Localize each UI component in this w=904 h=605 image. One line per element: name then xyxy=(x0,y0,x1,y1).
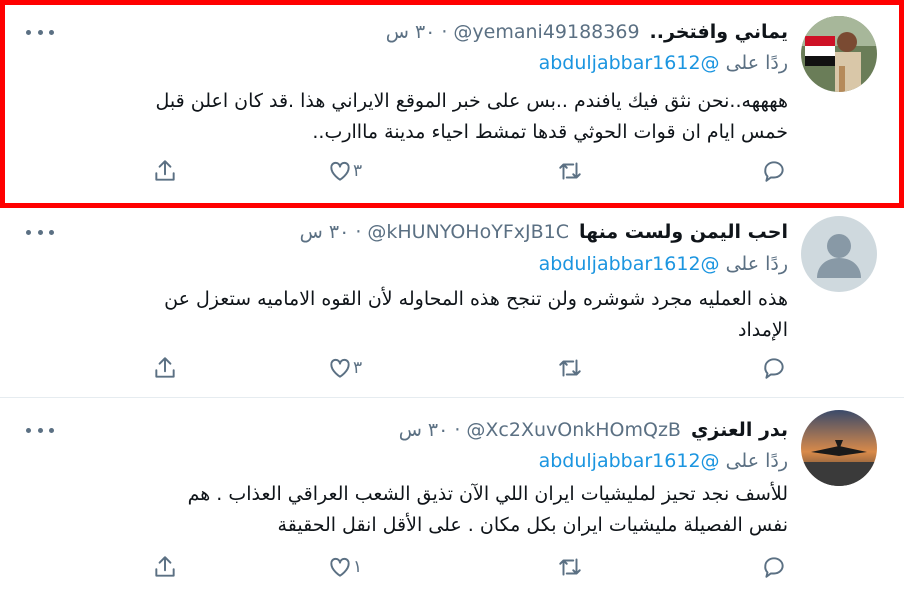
more-icon[interactable] xyxy=(26,22,54,42)
like-button[interactable]: ١ xyxy=(327,550,372,584)
like-button[interactable]: ٣ xyxy=(327,351,372,385)
replying-prefix: ردًا على xyxy=(725,52,788,74)
reply-icon xyxy=(764,557,784,578)
share-button[interactable] xyxy=(152,154,178,188)
tweet-text-line: هذه العمليه مجرد شوشره ولن تنجح هذه المح… xyxy=(164,288,788,310)
user-handle[interactable]: @kHUNYOHoYFxJB1C xyxy=(367,221,569,243)
share-button[interactable] xyxy=(152,550,178,584)
tweet-1[interactable]: يماني وافتخر.. @yemani49188369 · ٣٠ س رد… xyxy=(0,0,904,208)
replying-to: ردًا على abduljabbar1612@ xyxy=(539,450,788,476)
replying-mention-link[interactable]: abduljabbar1612@ xyxy=(539,450,720,472)
retweet-icon xyxy=(559,558,581,576)
like-icon xyxy=(330,161,350,181)
separator-dot: · xyxy=(441,21,448,43)
like-count: ٣ xyxy=(353,161,363,181)
reply-button[interactable] xyxy=(761,154,787,188)
share-button[interactable] xyxy=(152,351,178,385)
tweet-text-line: خمس ايام ان قوات الحوثي قدها تمشط احياء … xyxy=(312,121,788,143)
replying-prefix: ردًا على xyxy=(725,253,788,275)
like-button[interactable]: ٣ xyxy=(327,154,372,188)
tweet-header: احب اليمن ولست منها @kHUNYOHoYFxJB1C · ٣… xyxy=(60,218,788,246)
retweet-button[interactable] xyxy=(557,351,583,385)
separator-dot: · xyxy=(454,419,461,441)
share-icon xyxy=(155,160,175,181)
like-icon xyxy=(330,557,350,577)
like-count: ٣ xyxy=(353,358,363,378)
user-handle[interactable]: @Xc2XuvOnkHOmQzB xyxy=(466,419,681,441)
avatar-photo xyxy=(801,410,877,486)
avatar-photo xyxy=(801,16,877,92)
like-icon xyxy=(330,358,350,378)
like-count: ١ xyxy=(353,557,363,577)
more-icon[interactable] xyxy=(26,420,54,440)
avatar[interactable] xyxy=(801,16,877,92)
reply-icon xyxy=(764,161,784,182)
retweet-icon xyxy=(559,359,581,377)
more-icon[interactable] xyxy=(26,222,54,242)
reply-button[interactable] xyxy=(761,550,787,584)
replying-to: ردًا على abduljabbar1612@ xyxy=(539,52,788,78)
avatar[interactable] xyxy=(801,216,877,292)
replying-mention-link[interactable]: abduljabbar1612@ xyxy=(539,253,720,275)
timestamp[interactable]: ٣٠ س xyxy=(300,221,350,243)
tweet-3[interactable]: بدر العنزي @Xc2XuvOnkHOmQzB · ٣٠ س ردًا … xyxy=(0,398,904,605)
display-name[interactable]: احب اليمن ولست منها xyxy=(579,221,788,243)
tweet-actions: ٣ xyxy=(0,351,904,385)
display-name[interactable]: يماني وافتخر.. xyxy=(650,21,788,43)
avatar[interactable] xyxy=(801,410,877,486)
tweet-text: للأسف نجد تحيز لمليشيات ايران اللي الآن … xyxy=(40,479,788,541)
retweet-button[interactable] xyxy=(557,154,583,188)
tweet-text-line: ههههه..نحن نثق فيك يافندم ..بس على خبر ا… xyxy=(155,90,788,112)
separator-dot: · xyxy=(355,221,362,243)
replying-mention-link[interactable]: abduljabbar1612@ xyxy=(539,52,720,74)
user-handle[interactable]: @yemani49188369 xyxy=(453,21,639,43)
timestamp[interactable]: ٣٠ س xyxy=(399,419,449,441)
replying-prefix: ردًا على xyxy=(725,450,788,472)
timestamp[interactable]: ٣٠ س xyxy=(386,21,436,43)
share-icon xyxy=(155,357,175,378)
tweet-text: ههههه..نحن نثق فيك يافندم ..بس على خبر ا… xyxy=(40,86,788,148)
tweet-header: يماني وافتخر.. @yemani49188369 · ٣٠ س xyxy=(60,18,788,46)
tweet-header: بدر العنزي @Xc2XuvOnkHOmQzB · ٣٠ س xyxy=(60,416,788,444)
tweet-text-line: نفس الفصيلة مليشيات ايران بكل مكان . على… xyxy=(277,514,788,536)
tweet-actions: ٣ xyxy=(0,154,904,188)
reply-icon xyxy=(764,358,784,379)
retweet-button[interactable] xyxy=(557,550,583,584)
display-name[interactable]: بدر العنزي xyxy=(691,419,788,441)
retweet-icon xyxy=(559,162,581,180)
tweet-actions: ١ xyxy=(0,550,904,584)
replying-to: ردًا على abduljabbar1612@ xyxy=(539,253,788,279)
reply-button[interactable] xyxy=(761,351,787,385)
default-avatar-icon xyxy=(801,216,877,292)
tweet-text-line: للأسف نجد تحيز لمليشيات ايران اللي الآن … xyxy=(187,483,788,505)
tweet-text: هذه العمليه مجرد شوشره ولن تنجح هذه المح… xyxy=(40,284,788,346)
share-icon xyxy=(155,556,175,577)
tweet-text-line: الإمداد xyxy=(737,319,788,341)
tweet-2[interactable]: احب اليمن ولست منها @kHUNYOHoYFxJB1C · ٣… xyxy=(0,208,904,398)
